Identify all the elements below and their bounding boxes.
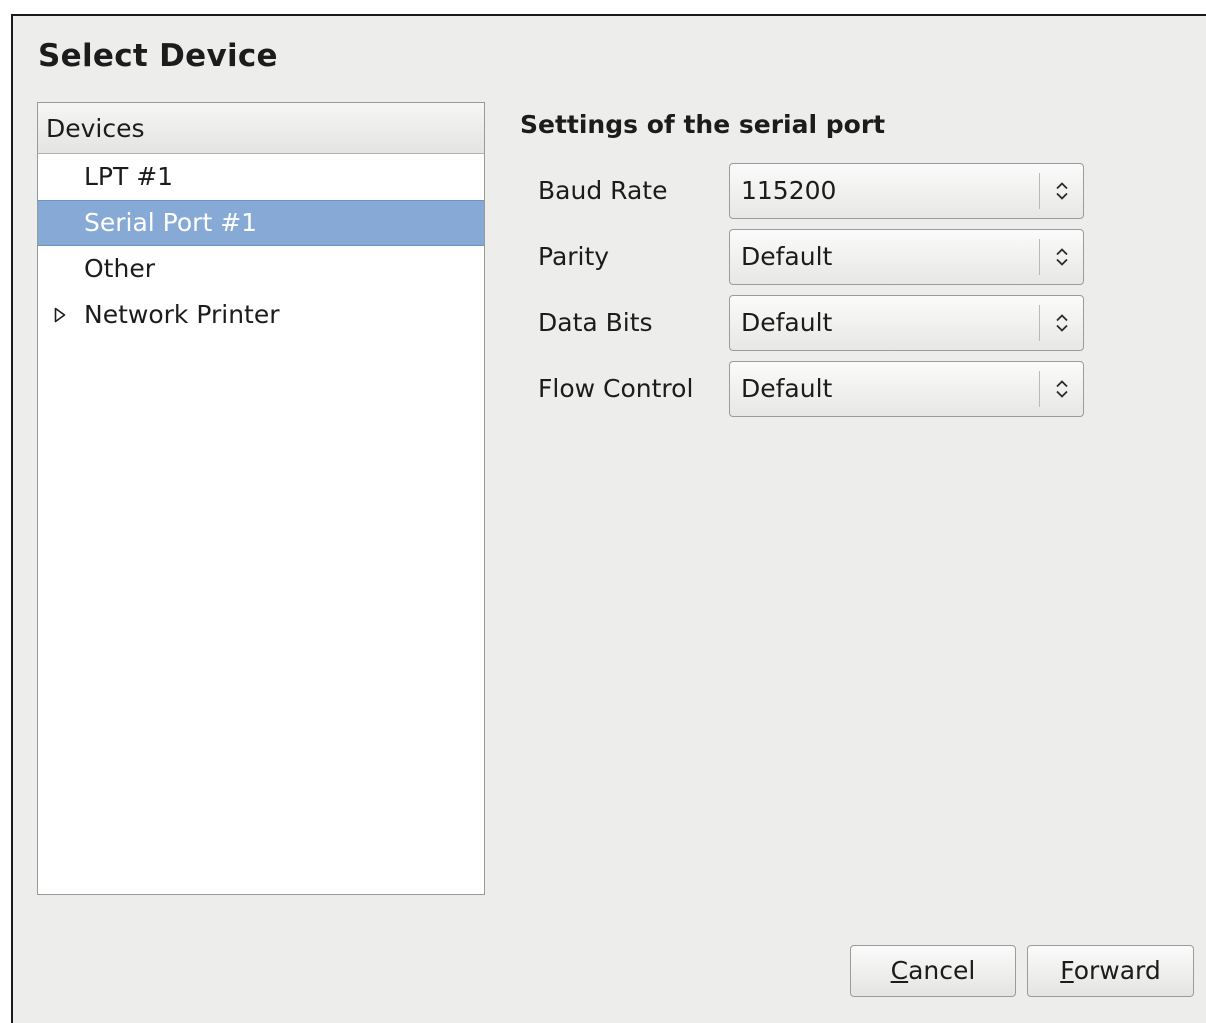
device-item-label: Network Printer — [84, 300, 280, 329]
device-item-label: LPT #1 — [84, 162, 174, 191]
baud-rate-label: Baud Rate — [538, 176, 668, 205]
updown-arrows-icon — [1047, 362, 1077, 416]
forward-label-rest: orward — [1073, 956, 1161, 985]
select-device-dialog: Select Device Devices LPT #1 Serial Port… — [11, 14, 1206, 1023]
dialog-title: Select Device — [38, 38, 278, 74]
device-item-network-printer[interactable]: Network Printer — [38, 292, 484, 338]
device-list: Devices LPT #1 Serial Port #1 Other Netw… — [37, 102, 485, 895]
device-item-label: Other — [84, 254, 155, 283]
parity-label: Parity — [538, 242, 610, 271]
data-bits-label: Data Bits — [538, 308, 653, 337]
forward-button[interactable]: Forward — [1027, 945, 1194, 997]
expander-triangle-icon[interactable] — [50, 292, 70, 338]
flow-control-label: Flow Control — [538, 374, 694, 403]
baud-rate-value: 115200 — [741, 176, 837, 205]
parity-value: Default — [741, 242, 833, 271]
flow-control-value: Default — [741, 374, 833, 403]
parity-combo[interactable]: Default — [729, 229, 1084, 285]
device-item-other[interactable]: Other — [38, 246, 484, 292]
device-item-serial-port-1[interactable]: Serial Port #1 — [38, 200, 484, 246]
cancel-mnemonic: C — [890, 956, 909, 985]
data-bits-combo[interactable]: Default — [729, 295, 1084, 351]
flow-control-combo[interactable]: Default — [729, 361, 1084, 417]
cancel-label-rest: ancel — [908, 956, 976, 985]
updown-arrows-icon — [1047, 164, 1077, 218]
combo-separator — [1039, 371, 1040, 407]
forward-mnemonic: F — [1060, 956, 1074, 985]
updown-arrows-icon — [1047, 296, 1077, 350]
data-bits-value: Default — [741, 308, 833, 337]
device-item-label: Serial Port #1 — [84, 208, 258, 237]
combo-separator — [1039, 239, 1040, 275]
device-list-header[interactable]: Devices — [38, 103, 484, 154]
updown-arrows-icon — [1047, 230, 1077, 284]
combo-separator — [1039, 305, 1040, 341]
device-item-lpt1[interactable]: LPT #1 — [38, 154, 484, 200]
cancel-button[interactable]: Cancel — [850, 945, 1016, 997]
baud-rate-combo[interactable]: 115200 — [729, 163, 1084, 219]
combo-separator — [1039, 173, 1040, 209]
settings-section-title: Settings of the serial port — [520, 110, 886, 139]
